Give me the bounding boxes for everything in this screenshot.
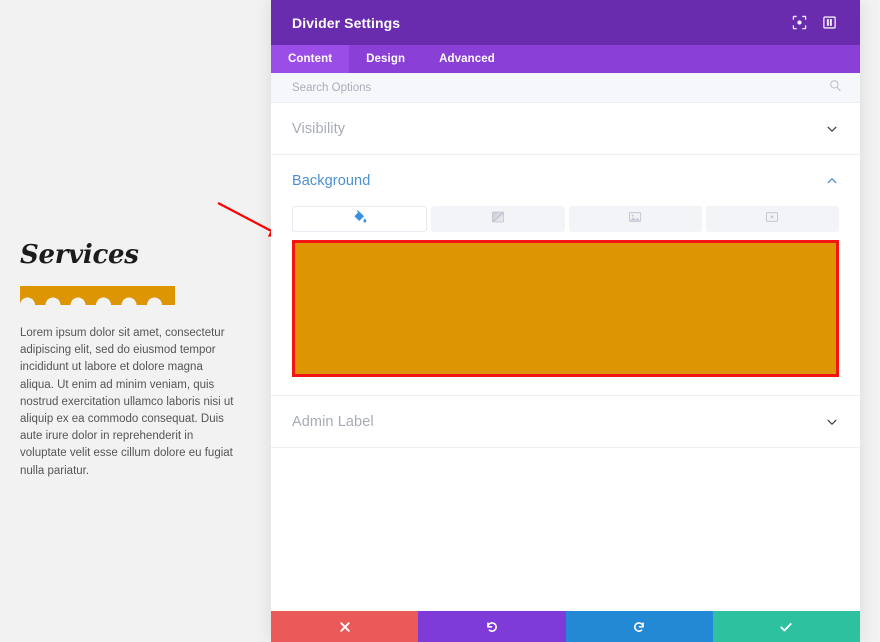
- search-icon[interactable]: [829, 79, 842, 97]
- services-body-text: Lorem ipsum dolor sit amet, consectetur …: [20, 325, 238, 480]
- search-options-row: [271, 73, 860, 103]
- page-preview-canvas: Services Lorem ipsum dolor sit amet, con…: [0, 0, 271, 642]
- tab-advanced[interactable]: Advanced: [422, 45, 512, 73]
- background-type-color-tab[interactable]: [292, 206, 427, 232]
- chevron-down-icon[interactable]: [825, 122, 839, 136]
- background-type-image-tab[interactable]: [569, 206, 702, 232]
- cancel-button[interactable]: [271, 611, 418, 642]
- chevron-up-icon[interactable]: [825, 174, 839, 188]
- chevron-down-icon[interactable]: [825, 415, 839, 429]
- section-admin-label-title: Admin Label: [292, 414, 825, 430]
- video-icon: [765, 210, 779, 229]
- divider-settings-modal: Divider Settings Content Design Advanced: [271, 0, 860, 642]
- section-background-title: Background: [292, 173, 825, 189]
- redo-arrow-icon: [632, 620, 646, 634]
- background-color-swatch[interactable]: [292, 240, 839, 377]
- section-visibility-title: Visibility: [292, 121, 825, 137]
- modal-body: Visibility Background: [271, 103, 860, 611]
- close-x-icon: [339, 621, 351, 633]
- image-icon: [628, 210, 642, 229]
- panel-layout-icon[interactable]: [816, 10, 842, 36]
- section-visibility: Visibility: [271, 103, 860, 155]
- scalloped-divider-graphic: [20, 286, 175, 305]
- gradient-icon: [491, 210, 505, 229]
- background-section-content: [292, 206, 839, 395]
- section-visibility-header[interactable]: Visibility: [292, 103, 839, 154]
- tab-design[interactable]: Design: [349, 45, 422, 73]
- services-module: Services Lorem ipsum dolor sit amet, con…: [20, 240, 245, 480]
- section-admin-label: Admin Label: [271, 396, 860, 448]
- modal-footer: [271, 611, 860, 642]
- save-button[interactable]: [713, 611, 860, 642]
- redo-button[interactable]: [566, 611, 713, 642]
- search-input[interactable]: [292, 82, 829, 94]
- section-background: Background: [271, 155, 860, 396]
- modal-tab-bar: Content Design Advanced: [271, 45, 860, 73]
- background-type-tabs: [292, 206, 839, 232]
- tab-content[interactable]: Content: [271, 45, 349, 73]
- check-icon: [779, 620, 793, 634]
- focus-target-icon[interactable]: [786, 10, 812, 36]
- section-admin-label-header[interactable]: Admin Label: [292, 396, 839, 447]
- modal-titlebar: Divider Settings: [271, 0, 860, 45]
- section-background-header[interactable]: Background: [292, 155, 839, 206]
- background-type-video-tab[interactable]: [706, 206, 839, 232]
- undo-arrow-icon: [485, 620, 499, 634]
- background-type-gradient-tab[interactable]: [431, 206, 564, 232]
- modal-title: Divider Settings: [292, 15, 782, 31]
- services-heading: Services: [20, 240, 245, 270]
- paint-bucket-icon: [353, 210, 367, 229]
- undo-button[interactable]: [418, 611, 565, 642]
